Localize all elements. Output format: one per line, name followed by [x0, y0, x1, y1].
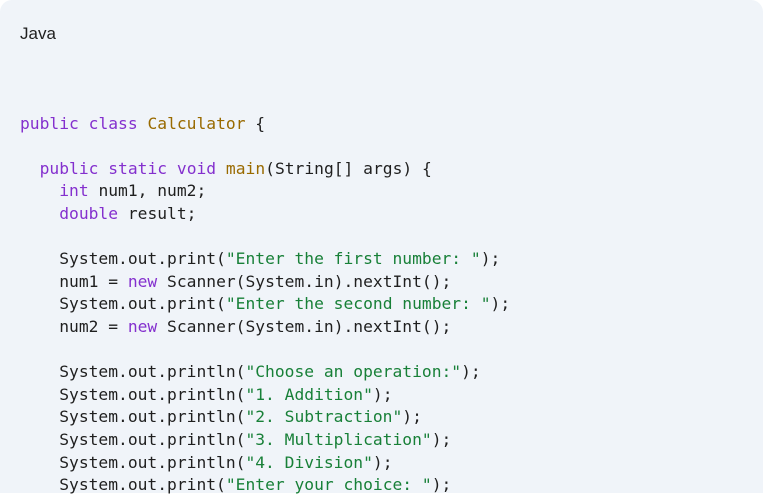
code-content[interactable]: ​public class Calculator {​ public stati…	[20, 90, 510, 497]
code-string: "Enter the first number: "	[225, 249, 481, 269]
code-text: System.out.println(	[20, 407, 246, 427]
code-line: System.out.println("2. Subtraction");	[20, 406, 510, 429]
code-text: );	[402, 407, 422, 427]
code-line: System.out.print("Enter the first number…	[20, 248, 510, 271]
code-keyword: static	[108, 158, 168, 178]
code-line: ​	[20, 226, 510, 249]
code-keyword: public	[39, 158, 99, 178]
code-keyword: public	[20, 113, 79, 133]
code-text: num2 =	[20, 316, 128, 336]
code-class-name: Calculator	[147, 113, 246, 133]
code-line: System.out.print("Enter the second numbe…	[20, 293, 510, 316]
code-string: "Enter the second number: "	[225, 294, 491, 314]
code-text: {	[245, 113, 266, 133]
code-text: System.out.print(	[20, 294, 226, 314]
code-line: System.out.println("Choose an operation:…	[20, 361, 510, 384]
code-text: );	[480, 249, 501, 269]
code-text: num1 =	[20, 271, 128, 291]
code-text: System.out.print(	[20, 475, 226, 495]
code-type: double	[59, 203, 119, 223]
code-text: );	[431, 475, 452, 495]
code-line: ​	[20, 90, 510, 113]
code-line: System.out.println("4. Division");	[20, 452, 510, 475]
code-text: System.out.println(	[20, 452, 246, 472]
code-line: public static void main(String[] args) {	[20, 158, 510, 181]
code-string: "1. Addition"	[245, 384, 373, 404]
code-text: result;	[118, 203, 197, 223]
code-string: "Enter your choice: "	[225, 475, 432, 495]
code-line: num2 = new Scanner(System.in).nextInt();	[20, 316, 510, 339]
code-text: System.out.println(	[20, 429, 246, 449]
code-line: num1 = new Scanner(System.in).nextInt();	[20, 271, 510, 294]
code-text: Scanner(System.in).nextInt();	[157, 271, 452, 291]
code-text: );	[372, 384, 393, 404]
code-language-label: Java	[20, 24, 56, 43]
code-keyword: new	[127, 271, 158, 291]
code-type: int	[59, 181, 89, 201]
code-string: "4. Division"	[245, 452, 373, 472]
code-string: "2. Subtraction"	[245, 407, 403, 427]
code-method-name: main	[225, 158, 266, 178]
code-keyword: void	[176, 158, 217, 178]
code-text: );	[372, 452, 393, 472]
code-line: System.out.print("Enter your choice: ");	[20, 474, 510, 497]
code-line: System.out.println("1. Addition");	[20, 384, 510, 407]
code-line: int num1, num2;	[20, 180, 510, 203]
code-text: );	[431, 429, 452, 449]
code-string: "3. Multiplication"	[245, 429, 432, 449]
code-string: "Choose an operation:"	[245, 362, 462, 382]
code-text: Scanner(System.in).nextInt();	[157, 316, 452, 336]
code-text: (String[] args) {	[265, 158, 432, 178]
code-text: num1, num2;	[88, 181, 207, 201]
code-line: double result;	[20, 203, 510, 226]
code-text: System.out.println(	[20, 384, 246, 404]
code-block: Java ​public class Calculator {​ public …	[0, 0, 763, 494]
code-text: );	[490, 294, 511, 314]
code-line: ​	[20, 135, 510, 158]
code-text: );	[461, 362, 481, 382]
code-text: System.out.println(	[20, 362, 246, 382]
code-text: System.out.print(	[20, 249, 226, 269]
code-line: public class Calculator {	[20, 113, 510, 136]
code-line: System.out.println("3. Multiplication");	[20, 429, 510, 452]
code-keyword: new	[127, 316, 158, 336]
code-line: ​	[20, 339, 510, 362]
code-keyword: class	[88, 113, 138, 133]
